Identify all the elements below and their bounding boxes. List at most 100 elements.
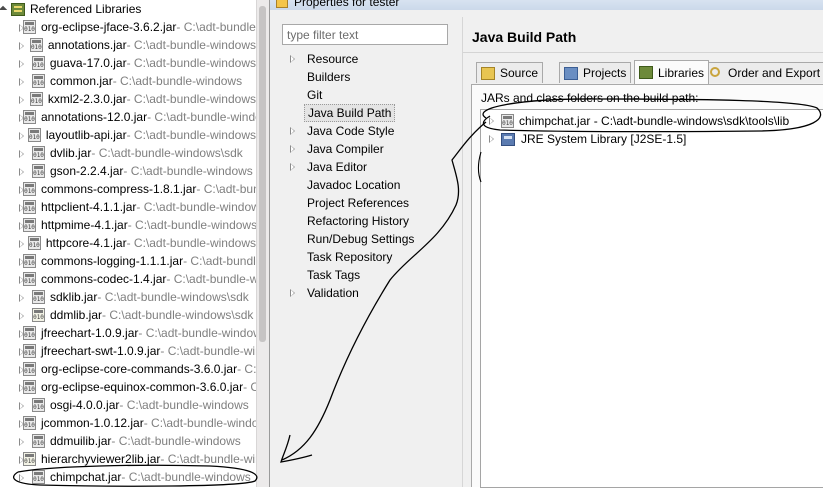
tab-label: Source [500,66,539,80]
tree-item-jar[interactable]: jfreechart-swt-1.0.9.jar - C:\adt-bundle… [0,342,256,360]
jars-label: JARs and class folders on the build path… [481,91,699,105]
collapsed-arrow-icon[interactable] [17,293,26,302]
tree-item-jar[interactable]: hierarchyviewer2lib.jar - C:\adt-bundle-… [0,450,256,468]
nav-item-label: Validation [307,286,359,300]
tree-item-jar[interactable]: org-eclipse-jface-3.6.2.jar - C:\adt-bun… [0,18,256,36]
sash-divider[interactable] [462,17,463,487]
collapsed-arrow-icon[interactable] [17,167,26,176]
tree-item-jar[interactable]: layoutlib-api.jar - C:\adt-bundle-window… [0,126,256,144]
nav-item-resource[interactable]: Resource [282,50,462,68]
tree-item-jar[interactable]: commons-compress-1.8.1.jar - C:\adt-bund… [0,180,256,198]
library-container-icon [11,2,25,16]
jar-path: - C:\adt-bundle-windows [121,470,251,484]
order-export-icon [709,66,723,80]
expanded-arrow-icon[interactable] [0,5,9,14]
tree-item-jar[interactable]: annotations.jar - C:\adt-bundle-windows [0,36,256,54]
nav-item-git[interactable]: Git [282,86,462,104]
tree-item-jar[interactable]: commons-logging-1.1.1.jar - C:\adt-bundl… [0,252,256,270]
collapsed-arrow-icon[interactable] [487,134,497,144]
collapsed-arrow-icon[interactable] [17,311,26,320]
tab-order-and-export[interactable]: Order and Export [704,62,823,83]
tree-item-jar[interactable]: ddmlib.jar - C:\adt-bundle-windows\sdk [0,306,256,324]
nav-item-refactoring-history[interactable]: Refactoring History [282,212,462,230]
nav-item-label: Builders [307,70,351,84]
collapsed-arrow-icon[interactable] [17,149,26,158]
collapsed-arrow-icon[interactable] [487,116,497,126]
tree-item-jar[interactable]: dvlib.jar - C:\adt-bundle-windows\sdk [0,144,256,162]
nav-item-label: Task Tags [307,268,361,282]
jar-name: common.jar [50,74,113,88]
collapsed-arrow-icon[interactable] [17,95,24,104]
nav-item-java-editor[interactable]: Java Editor [282,158,462,176]
tree-item-jar[interactable]: httpclient-4.1.1.jar - C:\adt-bundle-win… [0,198,256,216]
jar-path: - C:\adt-bundle-windows [126,128,256,142]
jar-icon [23,182,36,196]
collapsed-arrow-icon[interactable] [17,131,24,140]
tree-item-jar[interactable]: sdklib.jar - C:\adt-bundle-windows\sdk [0,288,256,306]
tree-item-jar[interactable]: org-eclipse-equinox-common-3.6.0.jar - C… [0,378,256,396]
jar-icon [23,416,36,430]
jar-path: - C:\adt-bundle-windows [138,326,256,340]
tab-libraries[interactable]: Libraries [634,60,710,84]
collapsed-arrow-icon[interactable] [288,144,298,154]
tree-scrollbar[interactable] [256,0,269,487]
jar-path: - C:\adt-bundle-windows [143,416,256,430]
nav-item-task-tags[interactable]: Task Tags [282,266,462,284]
nav-item-java-compiler[interactable]: Java Compiler [282,140,462,158]
jar-name: guava-17.0.jar [49,56,127,70]
collapsed-arrow-icon[interactable] [17,437,26,446]
collapsed-arrow-icon[interactable] [288,162,298,172]
tab-projects[interactable]: Projects [559,62,632,83]
jar-icon [23,20,36,34]
jar-path: - C:\adt-bundle-windows [183,254,256,268]
referenced-libraries-node[interactable]: Referenced Libraries [0,0,256,18]
tree-item-jar[interactable]: guava-17.0.jar - C:\adt-bundle-windows [0,54,256,72]
tree-item-jar[interactable]: common.jar - C:\adt-bundle-windows [0,72,256,90]
tree-item-jar[interactable]: annotations-12.0.jar - C:\adt-bundle-win… [0,108,256,126]
tree-scrollbar-thumb[interactable] [259,6,266,342]
tree-item-jar[interactable]: commons-codec-1.4.jar - C:\adt-bundle-wi… [0,270,256,288]
tree-item-jar[interactable]: httpcore-4.1.jar - C:\adt-bundle-windows [0,234,256,252]
collapsed-arrow-icon[interactable] [17,41,24,50]
tree-item-jar[interactable]: chimpchat.jar - C:\adt-bundle-windows [0,468,256,486]
nav-item-java-code-style[interactable]: Java Code Style [282,122,462,140]
collapsed-arrow-icon[interactable] [17,59,26,68]
nav-item-run-debug-settings[interactable]: Run/Debug Settings [282,230,462,248]
nav-item-validation[interactable]: Validation [282,284,462,302]
tree-item-jar[interactable]: jfreechart-1.0.9.jar - C:\adt-bundle-win… [0,324,256,342]
nav-item-task-repository[interactable]: Task Repository [282,248,462,266]
collapsed-arrow-icon[interactable] [288,126,298,136]
collapsed-arrow-icon[interactable] [288,288,298,298]
tab-source[interactable]: Source [476,62,544,83]
tree-item-jar[interactable]: gson-2.2.4.jar - C:\adt-bundle-windows [0,162,256,180]
tree-item-jar[interactable]: kxml2-2.3.0.jar - C:\adt-bundle-windows [0,90,256,108]
tree-item-jar[interactable]: ddmuilib.jar - C:\adt-bundle-windows [0,432,256,450]
nav-item-label: Refactoring History [307,214,410,228]
nav-item-project-references[interactable]: Project References [282,194,462,212]
jar-name: annotations.jar [47,38,127,52]
tab-label: Projects [583,66,627,80]
nav-item-javadoc-location[interactable]: Javadoc Location [282,176,462,194]
tree-item-jar[interactable]: jcommon-1.0.12.jar - C:\adt-bundle-windo… [0,414,256,432]
nav-item-label: Project References [307,196,410,210]
collapsed-arrow-icon[interactable] [288,54,298,64]
collapsed-arrow-icon[interactable] [17,239,24,248]
jar-name: jfreechart-1.0.9.jar [41,326,139,340]
filter-input[interactable] [282,24,448,45]
library-entry[interactable]: chimpchat.jar - C:\adt-bundle-windows\sd… [481,112,823,130]
collapsed-arrow-icon[interactable] [17,473,26,482]
jar-name: httpmime-4.1.jar [41,218,128,232]
tree-item-jar[interactable]: osgi-4.0.0.jar - C:\adt-bundle-windows [0,396,256,414]
nav-item-label: Java Editor [307,160,368,174]
projects-icon [564,66,578,80]
library-entry[interactable]: JRE System Library [J2SE-1.5] [481,130,823,148]
jar-icon [32,470,45,484]
nav-item-java-build-path[interactable]: Java Build Path [282,104,462,122]
jar-icon [23,380,36,394]
nav-item-builders[interactable]: Builders [282,68,462,86]
dialog-titlebar[interactable]: Properties for tester [270,0,823,10]
collapsed-arrow-icon[interactable] [17,401,26,410]
collapsed-arrow-icon[interactable] [17,77,26,86]
tree-item-jar[interactable]: org-eclipse-core-commands-3.6.0.jar - C:… [0,360,256,378]
tree-item-jar[interactable]: httpmime-4.1.jar - C:\adt-bundle-windows [0,216,256,234]
